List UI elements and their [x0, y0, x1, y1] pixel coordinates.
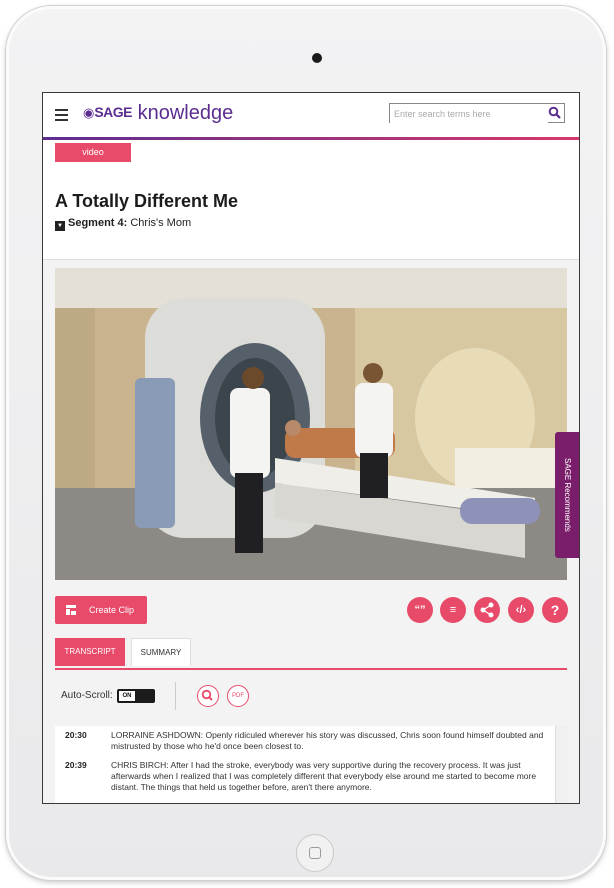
video-player[interactable] [55, 268, 567, 580]
transcript-fade [55, 794, 555, 803]
menu-icon[interactable] [55, 109, 68, 121]
sage-knowledge-logo[interactable]: ◉SAGE knowledge [83, 102, 233, 125]
autoscroll-toggle[interactable]: ON [117, 689, 155, 703]
help-icon[interactable]: ? [542, 597, 568, 623]
search-icon[interactable] [548, 106, 562, 120]
transcript-row[interactable]: 20:30 LORRAINE ASHDOWN: Openly ridiculed… [55, 726, 555, 756]
segment-heading: ▼ Segment 4: Chris's Mom [55, 217, 191, 231]
quote-icon[interactable]: “” [407, 597, 433, 623]
embed-icon[interactable]: ‹/› [508, 597, 534, 623]
home-square-icon [309, 847, 321, 859]
transcript-timestamp: 20:30 [65, 730, 87, 740]
logo-brand: SAGE [94, 104, 133, 120]
page-title: A Totally Different Me [55, 191, 239, 211]
tab-bar: TRANSCRIPT SUMMARY [55, 638, 567, 670]
main-content: SAGE Recommends Create Clip “” ≡ ‹/› ? T… [43, 259, 579, 803]
tab-summary[interactable]: SUMMARY [131, 638, 191, 666]
share-icon[interactable] [474, 597, 500, 623]
autoscroll-state: ON [119, 691, 135, 701]
create-clip-label: Create Clip [89, 605, 135, 615]
tab-transcript[interactable]: TRANSCRIPT [55, 638, 125, 666]
search-input[interactable] [390, 105, 548, 123]
toolbar-divider [175, 682, 176, 710]
site-header: ◉SAGE knowledge [43, 93, 579, 137]
transcript-text: CHRIS BIRCH: After I had the stroke, eve… [111, 760, 537, 792]
tablet-screen: ◉SAGE knowledge video A Totally Differen… [42, 92, 580, 804]
home-button[interactable] [296, 834, 334, 872]
autoscroll-label: Auto-Scroll: [61, 690, 113, 701]
playlist-icon[interactable]: ≡ [440, 597, 466, 623]
transcript-row[interactable]: 20:39 CHRIS BIRCH: After I had the strok… [55, 756, 555, 797]
search-box [389, 103, 565, 123]
content-type-badge: video [55, 143, 131, 162]
clip-icon [66, 605, 76, 615]
segment-toggle-icon[interactable]: ▼ [55, 221, 65, 231]
transcript-text: LORRAINE ASHDOWN: Openly ridiculed where… [111, 730, 544, 751]
logo-product: knowledge [137, 102, 234, 124]
sage-recommends-tab[interactable]: SAGE Recommends [555, 432, 579, 558]
transcript-search-button[interactable] [197, 685, 219, 707]
search-icon [201, 689, 213, 701]
pdf-button[interactable]: PDF [227, 685, 249, 707]
transcript-panel: 20:30 LORRAINE ASHDOWN: Openly ridiculed… [55, 726, 555, 803]
transcript-timestamp: 20:39 [65, 760, 87, 770]
sage-logo-icon: ◉ [83, 105, 95, 120]
segment-name: Chris's Mom [130, 217, 192, 229]
segment-label: Segment 4: [68, 217, 128, 229]
create-clip-button[interactable]: Create Clip [55, 596, 147, 624]
transcript-scrollbar[interactable] [555, 726, 568, 803]
header-divider [43, 137, 579, 140]
camera-dot [312, 53, 322, 63]
video-frame-image [55, 268, 567, 580]
